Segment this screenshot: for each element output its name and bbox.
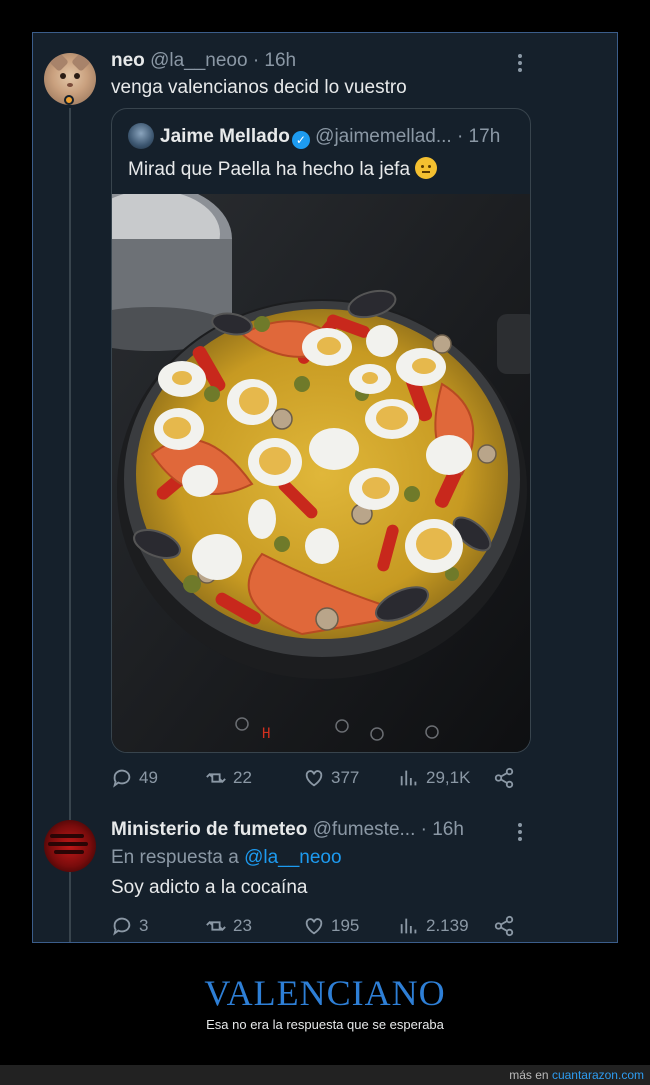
- reply-count: 49: [139, 768, 158, 787]
- author-name[interactable]: neo: [111, 50, 145, 71]
- footer-site-link[interactable]: cuantarazon.com: [552, 1068, 644, 1082]
- reply-icon: [113, 917, 131, 936]
- retweet-count: 23: [233, 916, 252, 935]
- more-options-icon[interactable]: [516, 54, 524, 75]
- reply-header: Ministerio de fumeteo @fumeste... · 16h: [111, 819, 464, 841]
- quoted-tweet[interactable]: Jaime Mellado ✓ @jaimemellad... · 17h Mir…: [111, 108, 531, 753]
- reply-to-handle[interactable]: @la__neoo: [244, 847, 341, 868]
- views-button[interactable]: 2.139: [398, 915, 469, 937]
- tweet-text: venga valencianos decid lo vuestro: [111, 77, 407, 98]
- tweet-header: neo @la__neoo · 16h: [111, 50, 296, 72]
- retweet-count: 22: [233, 768, 252, 787]
- retweet-icon: [206, 921, 226, 931]
- like-button[interactable]: 195: [303, 915, 359, 937]
- more-options-icon[interactable]: [516, 823, 524, 844]
- verified-badge-icon: ✓: [291, 131, 310, 149]
- heart-icon: [305, 918, 323, 935]
- author-name[interactable]: Jaime Mellado: [160, 126, 290, 147]
- quoted-tweet-header: Jaime Mellado ✓ @jaimemellad... · 17h: [160, 126, 500, 149]
- reply-button[interactable]: 49: [111, 767, 158, 789]
- like-count: 195: [331, 916, 360, 935]
- share-icon: [494, 767, 514, 789]
- caption-subtitle: Esa no era la respuesta que se esperaba: [206, 1017, 444, 1032]
- share-button[interactable]: [493, 915, 515, 937]
- svg-text:H: H: [262, 726, 270, 742]
- caption-title: VALENCIANO: [204, 973, 446, 1013]
- footer-bar: más en cuantarazon.com: [0, 1065, 650, 1085]
- like-count: 377: [331, 768, 360, 787]
- reply-count: 3: [139, 916, 149, 935]
- neutral-face-emoji-icon: [415, 157, 438, 179]
- avatar-badge-icon: [64, 95, 74, 105]
- paella-illustration: H: [112, 194, 530, 752]
- author-meta[interactable]: @la__neoo · 16h: [150, 50, 296, 71]
- retweet-icon: [206, 773, 226, 783]
- quoted-tweet-text-row: Mirad que Paella ha hecho la jefa: [128, 157, 438, 181]
- author-name[interactable]: Ministerio de fumeteo: [111, 819, 307, 840]
- avatar[interactable]: [44, 820, 96, 872]
- share-button[interactable]: [493, 767, 515, 789]
- footer-text: más en cuantarazon.com: [509, 1068, 644, 1082]
- reply-button[interactable]: 3: [111, 915, 148, 937]
- author-meta[interactable]: @jaimemellad... · 17h: [315, 126, 500, 147]
- author-meta[interactable]: @fumeste... · 16h: [313, 819, 464, 840]
- avatar[interactable]: [128, 123, 154, 149]
- reply-to-prefix: En respuesta a: [111, 847, 239, 868]
- views-chart-icon: [400, 918, 417, 934]
- retweet-button[interactable]: 22: [205, 767, 252, 789]
- share-icon: [494, 915, 514, 937]
- like-button[interactable]: 377: [303, 767, 359, 789]
- quoted-tweet-text: Mirad que Paella ha hecho la jefa: [128, 159, 411, 180]
- reply-to-line: En respuesta a @la__neoo: [111, 847, 342, 869]
- heart-icon: [305, 770, 323, 787]
- retweet-button[interactable]: 23: [205, 915, 252, 937]
- reply-text: Soy adicto a la cocaína: [111, 877, 308, 898]
- views-count: 2.139: [426, 916, 469, 935]
- views-count: 29,1K: [426, 768, 471, 787]
- paella-photo[interactable]: H: [112, 194, 530, 752]
- thread-connector-line: [69, 108, 71, 942]
- footer-prefix: más en: [509, 1068, 549, 1082]
- views-button[interactable]: 29,1K: [398, 767, 470, 789]
- reply-icon: [113, 769, 131, 788]
- views-chart-icon: [400, 770, 417, 786]
